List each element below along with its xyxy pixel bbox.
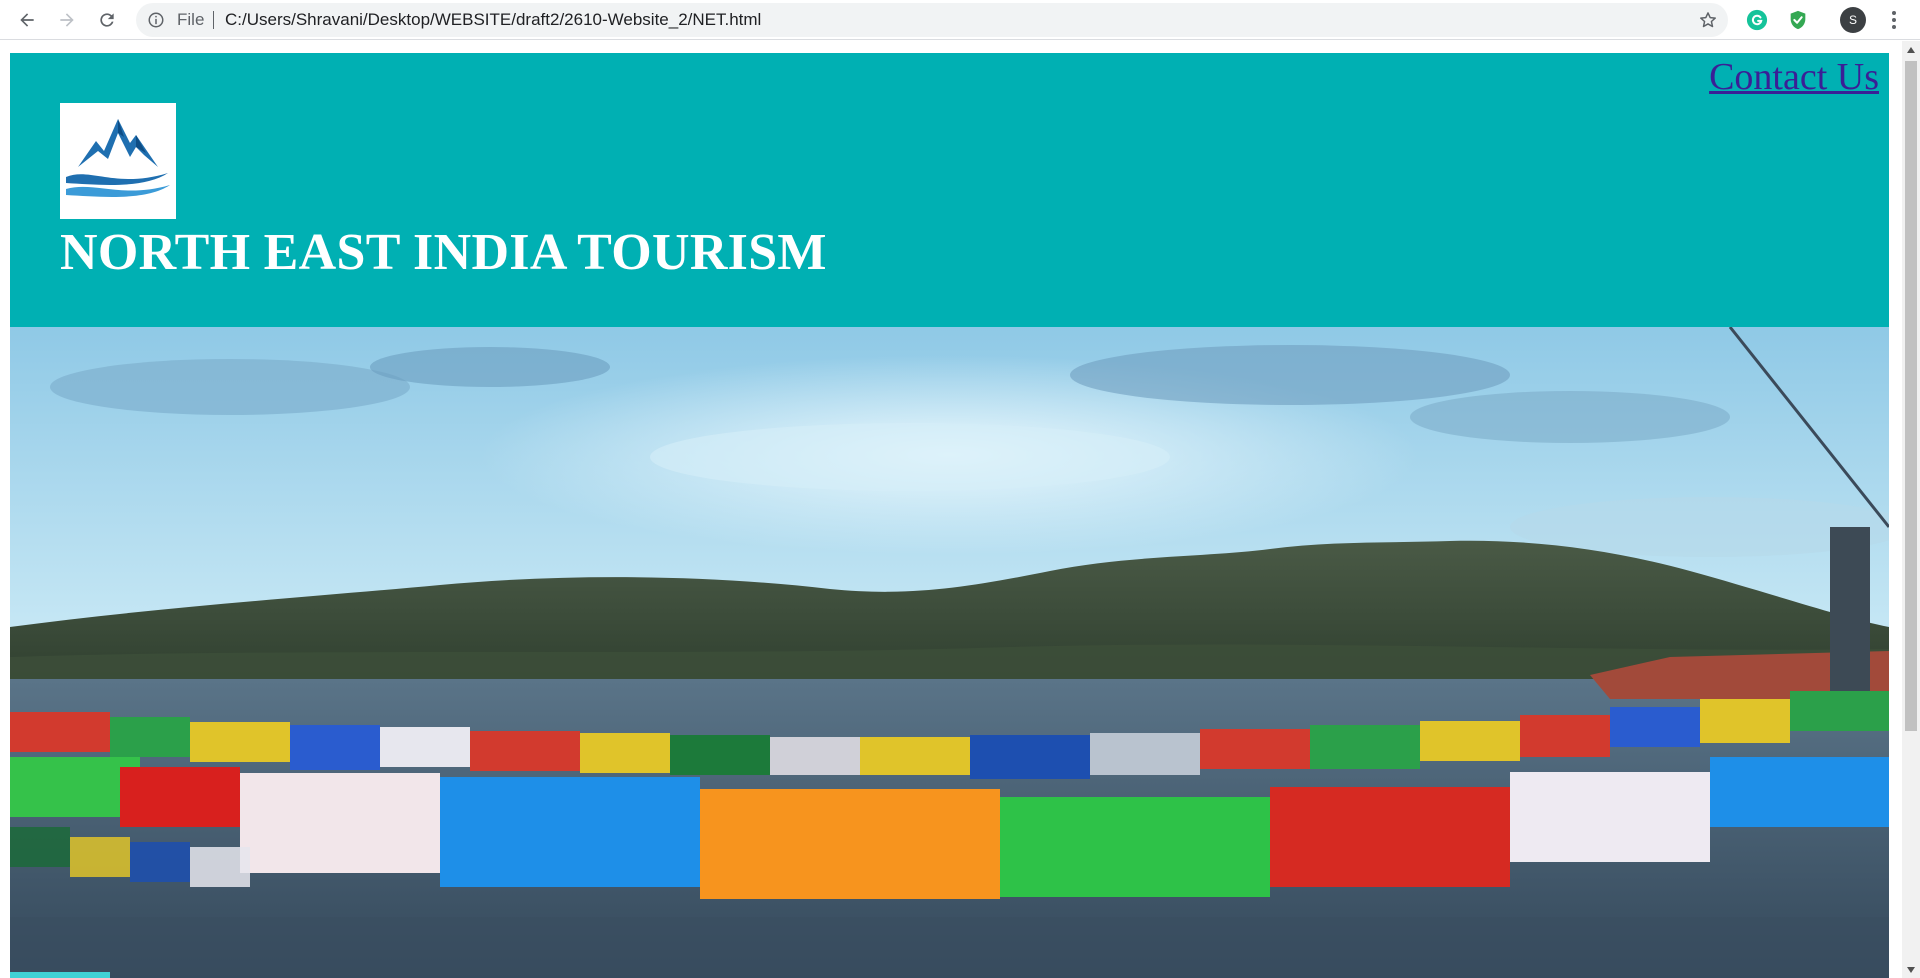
contact-us-link[interactable]: Contact Us [1709,55,1879,99]
shield-check-icon [1790,10,1806,30]
reload-button[interactable] [91,4,123,36]
page-viewport: Contact Us NORTH EAST INDIA TOURISM [0,41,1902,978]
hero-photo-prayer-flags-lake [10,327,1889,978]
url-scheme-label: File [177,10,205,29]
scrollbar-thumb[interactable] [1905,61,1917,731]
grammarly-extension-button[interactable] [1745,8,1769,32]
scroll-up-button[interactable] [1902,41,1920,58]
forward-button[interactable] [51,4,83,36]
page-load-indicator [10,972,110,978]
grammarly-icon [1746,9,1768,31]
mountain-logo-icon [66,119,170,197]
site-header: Contact Us NORTH EAST INDIA TOURISM [10,53,1889,327]
url-divider [213,11,214,29]
vertical-scrollbar[interactable] [1902,41,1920,978]
profile-avatar[interactable]: S [1840,7,1866,33]
star-icon[interactable] [1698,10,1718,30]
triangle-up-icon [1907,46,1915,53]
kebab-menu-icon[interactable] [1884,8,1904,32]
back-arrow-icon [20,13,34,27]
info-icon[interactable] [147,11,165,29]
url-text[interactable]: C:/Users/Shravani/Desktop/WEBSITE/draft2… [225,11,761,29]
triangle-down-icon [1907,966,1915,973]
back-button[interactable] [11,4,43,36]
browser-toolbar: File C:/Users/Shravani/Desktop/WEBSITE/d… [0,0,1920,40]
site-logo[interactable] [60,103,176,219]
scroll-down-button[interactable] [1902,961,1920,978]
forward-arrow-icon [60,13,74,27]
site-title: NORTH EAST INDIA TOURISM [60,224,827,281]
reload-icon [100,13,114,27]
address-bar[interactable]: File C:/Users/Shravani/Desktop/WEBSITE/d… [136,3,1728,37]
shield-extension-button[interactable] [1786,8,1810,32]
